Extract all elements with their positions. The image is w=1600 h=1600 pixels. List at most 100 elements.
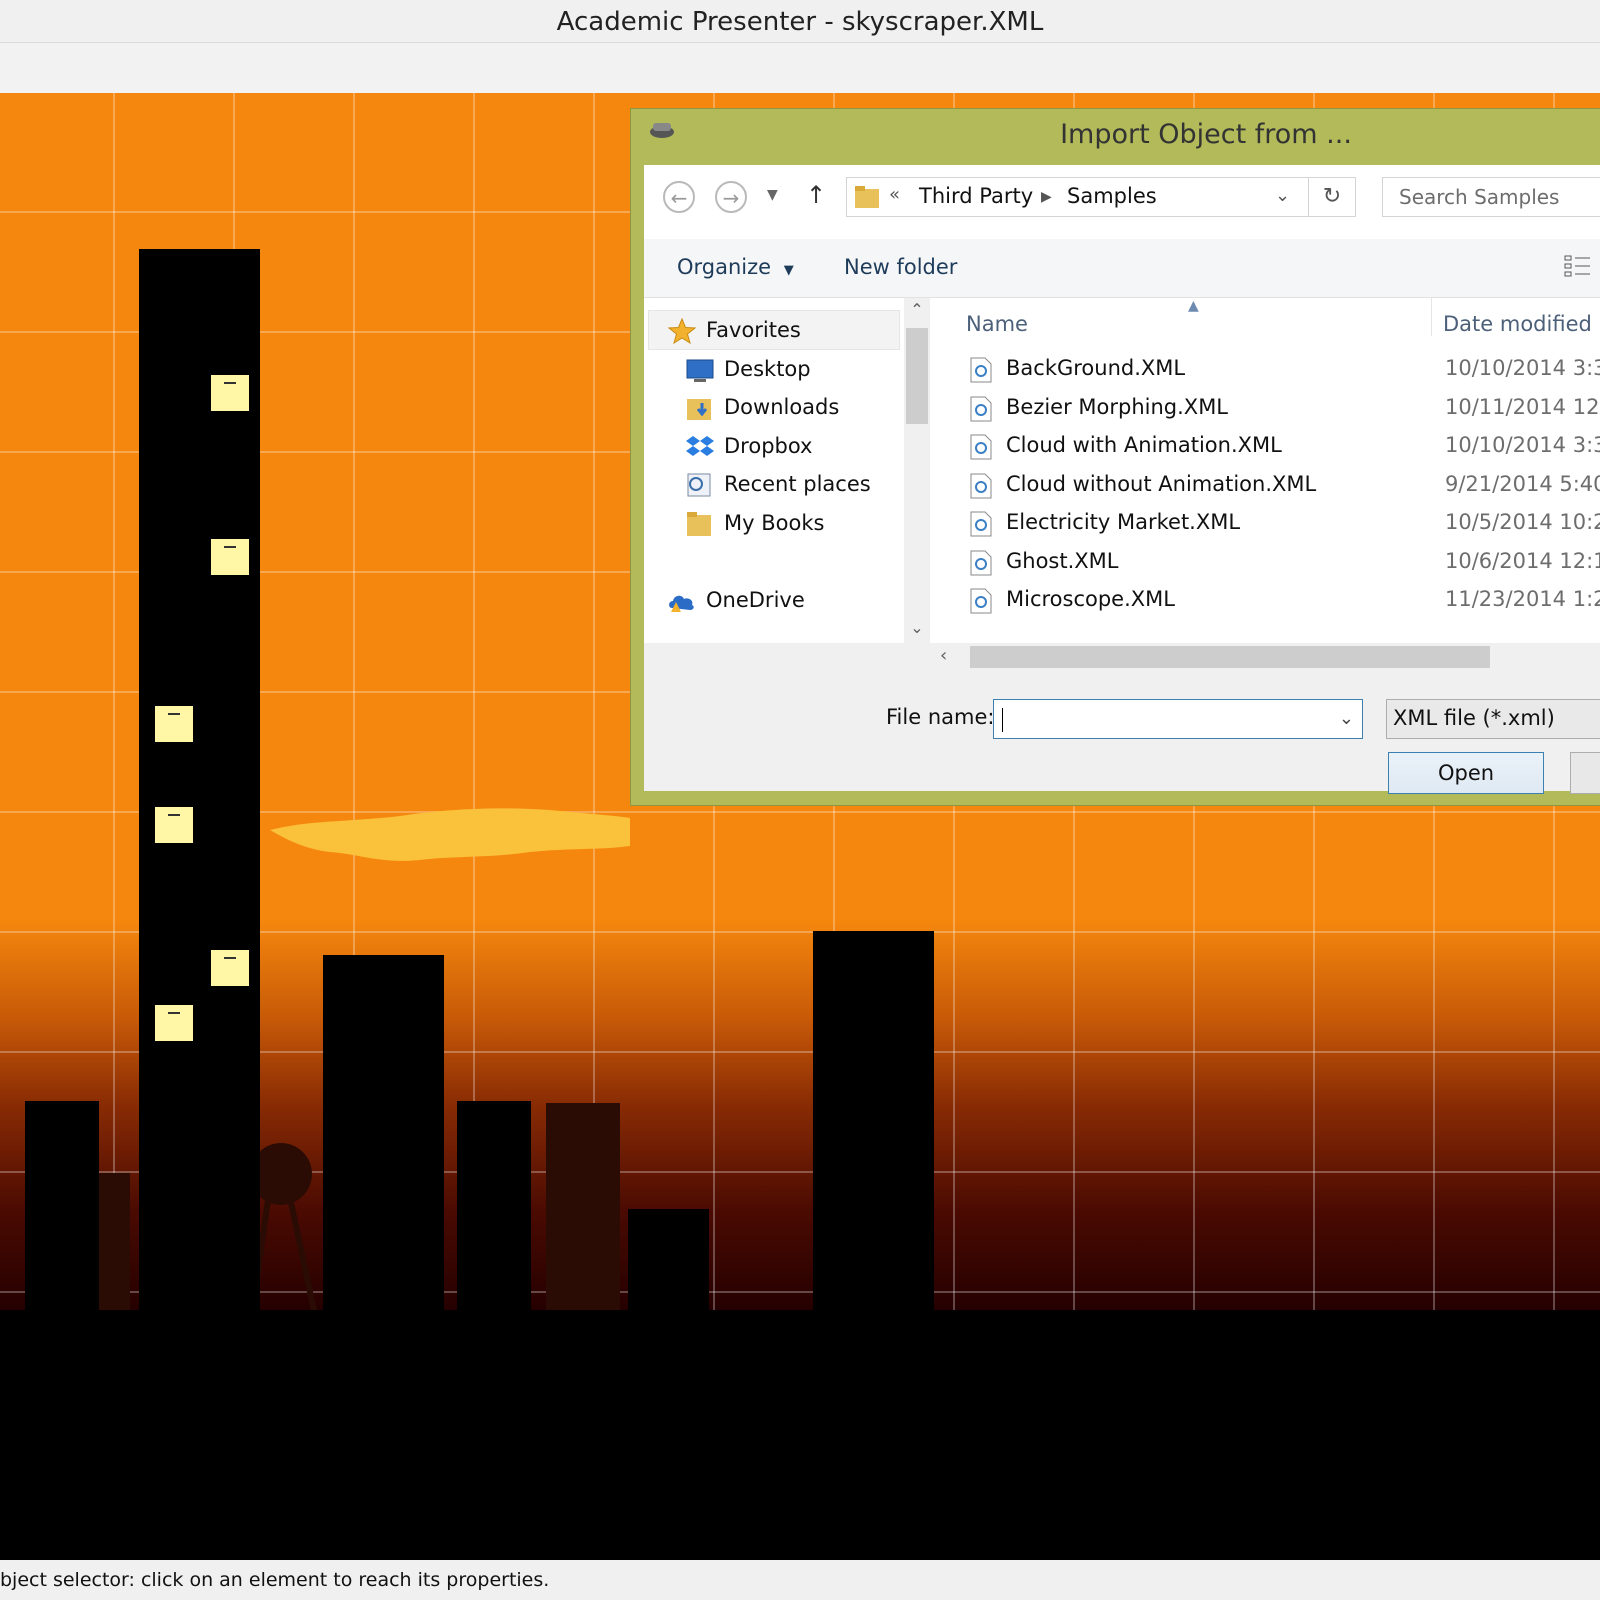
file-type-select[interactable]: XML file (*.xml): [1386, 699, 1600, 739]
building[interactable]: [323, 955, 444, 1310]
text-caret: [1002, 708, 1003, 732]
recent-places-icon: [687, 473, 711, 497]
xml-file-icon: [970, 357, 992, 383]
import-dialog: Import Object from ... ← → ▼ ↑ « Third P…: [630, 108, 1600, 806]
skyscraper[interactable]: [139, 249, 260, 1310]
window-light[interactable]: [155, 807, 193, 843]
window-title-bar: Academic Presenter - skyscraper.XML: [0, 0, 1600, 43]
status-bar: bject selector: click on an element to r…: [0, 1560, 1600, 1600]
organize-menu[interactable]: Organize ▼: [677, 255, 794, 279]
file-row[interactable]: Microscope.XML 11/23/2014 1:2: [970, 585, 1600, 619]
organize-label: Organize: [677, 255, 772, 279]
xml-file-icon: [970, 588, 992, 614]
folder-icon: [855, 186, 879, 208]
column-header-date-modified[interactable]: Date modified: [1443, 312, 1592, 336]
nav-item-favorites[interactable]: Favorites: [668, 318, 801, 344]
nav-item-label: OneDrive: [706, 588, 805, 612]
file-name: Cloud with Animation.XML: [1006, 433, 1282, 457]
scroll-left-arrow-icon[interactable]: ‹: [940, 645, 947, 666]
folder-icon: [687, 512, 711, 536]
nav-item-recent-places[interactable]: Recent places: [687, 472, 871, 497]
view-options-icon[interactable]: [1563, 253, 1591, 279]
chevron-down-icon[interactable]: ⌄: [1339, 708, 1354, 729]
building[interactable]: [628, 1209, 709, 1310]
breadcrumb-chevron-icon[interactable]: ▶: [1041, 189, 1052, 205]
dropbox-icon: [686, 436, 714, 456]
forward-button[interactable]: →: [715, 181, 747, 213]
cancel-button[interactable]: [1570, 752, 1600, 794]
breadcrumb-samples[interactable]: Samples: [1067, 184, 1157, 208]
xml-file-icon: [970, 473, 992, 498]
file-list-horizontal-scrollbar[interactable]: ‹: [930, 643, 1600, 671]
downloads-folder-icon: [687, 399, 711, 420]
file-row[interactable]: BackGround.XML 10/10/2014 3:3: [970, 354, 1600, 388]
search-input[interactable]: Search Samples: [1382, 177, 1600, 217]
command-bar: Organize ▼ New folder: [644, 239, 1600, 298]
scroll-down-arrow-icon[interactable]: ⌄: [904, 618, 930, 637]
nav-item-desktop[interactable]: Desktop: [686, 357, 811, 382]
column-separator[interactable]: [1431, 298, 1432, 336]
building-shadow[interactable]: [98, 1173, 130, 1310]
file-date-modified: 9/21/2014 5:40: [1445, 471, 1600, 496]
recent-locations-dropdown[interactable]: ▼: [767, 187, 778, 203]
navigation-pane-scrollbar[interactable]: ⌃ ⌄: [904, 298, 930, 643]
new-folder-button[interactable]: New folder: [844, 255, 957, 279]
up-button[interactable]: ↑: [806, 181, 826, 209]
chevron-down-icon: ▼: [783, 263, 794, 278]
nav-item-label: Desktop: [724, 357, 811, 381]
file-row[interactable]: Cloud with Animation.XML 10/10/2014 3:3: [970, 431, 1600, 465]
nav-item-label: Favorites: [706, 318, 801, 342]
breadcrumb-overflow[interactable]: «: [889, 184, 900, 205]
column-header-name[interactable]: Name: [966, 312, 1028, 336]
file-date-modified: 11/23/2014 1:2: [1445, 587, 1600, 611]
building[interactable]: [457, 1101, 531, 1310]
file-name: BackGround.XML: [1006, 356, 1186, 380]
file-name: Electricity Market.XML: [1006, 510, 1241, 534]
xml-file-icon: [970, 396, 992, 421]
file-row[interactable]: Electricity Market.XML 10/5/2014 10:2: [970, 508, 1600, 542]
xml-file-icon: [970, 434, 992, 460]
nav-item-downloads[interactable]: Downloads: [687, 395, 840, 420]
onedrive-icon: [669, 595, 694, 612]
file-date-modified: 10/5/2014 10:2: [1445, 510, 1600, 534]
file-date-modified: 10/6/2014 12:1: [1445, 548, 1600, 573]
window-light[interactable]: [211, 375, 249, 411]
file-name: Bezier Morphing.XML: [1006, 394, 1229, 419]
building[interactable]: [813, 931, 934, 1310]
sort-ascending-icon: ▲: [1188, 298, 1199, 314]
refresh-button[interactable]: ↻: [1308, 178, 1355, 216]
scroll-up-arrow-icon[interactable]: ⌃: [904, 300, 930, 319]
window-light[interactable]: [211, 539, 249, 575]
window-light[interactable]: [211, 950, 249, 986]
file-name-input[interactable]: ⌄: [993, 699, 1363, 739]
address-bar[interactable]: « Third Party ▶ Samples ⌄ ↻: [846, 177, 1356, 217]
file-name: Cloud without Animation.XML: [1006, 471, 1317, 496]
file-row[interactable]: Ghost.XML 10/6/2014 12:1: [970, 547, 1600, 581]
cloud-shape[interactable]: [270, 806, 630, 862]
file-name: Microscope.XML: [1006, 587, 1175, 611]
address-dropdown-icon[interactable]: ⌄: [1275, 185, 1290, 206]
nav-item-dropbox[interactable]: Dropbox: [686, 434, 812, 458]
navigation-pane: Favorites Desktop Downloads Dropbox Rece…: [644, 298, 904, 643]
open-button[interactable]: Open: [1388, 752, 1544, 794]
back-button[interactable]: ←: [663, 181, 695, 213]
file-name: Ghost.XML: [1006, 548, 1119, 573]
nav-item-label: Recent places: [724, 472, 871, 496]
ground[interactable]: [0, 1310, 1600, 1560]
file-row[interactable]: Cloud without Animation.XML 9/21/2014 5:4…: [970, 470, 1600, 504]
building[interactable]: [25, 1101, 99, 1310]
file-row[interactable]: Bezier Morphing.XML 10/11/2014 12:: [970, 393, 1600, 427]
breadcrumb-third-party[interactable]: Third Party: [919, 184, 1033, 208]
window-light[interactable]: [155, 706, 193, 742]
nav-item-my-books[interactable]: My Books: [687, 511, 825, 536]
nav-item-onedrive[interactable]: OneDrive: [669, 588, 805, 612]
nav-item-label: Downloads: [724, 395, 840, 419]
scrollbar-thumb[interactable]: [906, 328, 928, 424]
file-list: ▲ Name Date modified BackGround.XML 10/10…: [930, 298, 1600, 643]
file-date-modified: 10/10/2014 3:3: [1445, 433, 1600, 457]
window-light[interactable]: [155, 1005, 193, 1041]
scrollbar-thumb[interactable]: [970, 646, 1490, 668]
dialog-title: Import Object from ...: [1060, 119, 1352, 150]
nav-item-label: My Books: [724, 511, 825, 535]
building-shadow[interactable]: [546, 1103, 620, 1310]
